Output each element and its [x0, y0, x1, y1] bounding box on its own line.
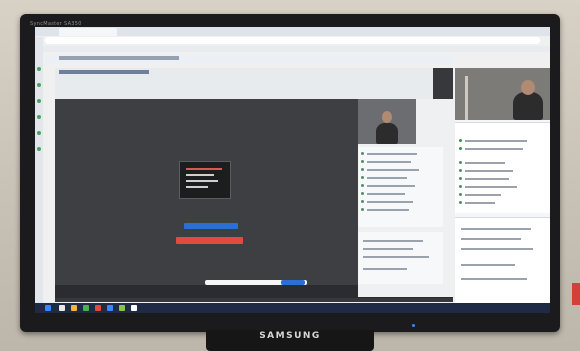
list-item[interactable] [367, 153, 417, 155]
chat-line [363, 248, 413, 250]
participant-status-icon [361, 208, 364, 211]
attendee-icon [459, 185, 462, 188]
folder-icon[interactable] [71, 305, 77, 311]
list-item[interactable] [367, 177, 407, 179]
list-item[interactable] [367, 201, 413, 203]
chat-line [461, 238, 521, 240]
attendee-section [455, 122, 550, 213]
chat-section [455, 217, 550, 308]
bookmarks-bar [35, 46, 550, 52]
list-item[interactable] [465, 170, 513, 172]
sidebar-dot[interactable] [37, 67, 41, 71]
participant-status-icon [361, 160, 364, 163]
page-title [59, 56, 179, 60]
participant-body [376, 123, 398, 144]
dialog-text-line [186, 186, 208, 188]
participants-list [358, 147, 443, 227]
sidebar-dot[interactable] [37, 115, 41, 119]
taskbar-app-icon[interactable] [119, 305, 125, 311]
attendee-icon [459, 177, 462, 180]
stop-share-button[interactable] [176, 237, 243, 244]
dialog-text-line [186, 174, 214, 176]
attendee-icon [459, 139, 462, 142]
sidebar-dot[interactable] [37, 131, 41, 135]
taskbar-app-icon[interactable] [131, 305, 137, 311]
share-dialog [179, 161, 231, 199]
dialog-text-line [186, 180, 218, 182]
monitor-screen [35, 27, 550, 313]
browser-tab[interactable] [59, 28, 117, 36]
power-led-icon [412, 324, 415, 327]
chat-line [363, 256, 429, 258]
list-item[interactable] [465, 194, 501, 196]
list-item[interactable] [465, 202, 495, 204]
list-item[interactable] [367, 193, 405, 195]
share-screen-button[interactable] [184, 223, 238, 229]
participant-status-icon [361, 168, 364, 171]
chat-line [363, 268, 407, 270]
sidebar-dot[interactable] [37, 147, 41, 151]
list-item[interactable] [465, 148, 523, 150]
list-item[interactable] [367, 169, 419, 171]
participant-status-icon [361, 176, 364, 179]
door-frame [465, 76, 468, 120]
taskbar-app-icon[interactable] [107, 305, 113, 311]
main-camera-view [455, 68, 550, 120]
monitor-brand: SAMSUNG [259, 331, 321, 341]
participant-status-icon [361, 192, 364, 195]
taskbar-app-icon[interactable] [59, 305, 65, 311]
dialog-header-line [186, 168, 222, 170]
chat-line [461, 264, 515, 266]
participant-head [382, 111, 392, 123]
browser-address-bar[interactable] [45, 37, 540, 44]
chat-line [461, 278, 527, 280]
participant-status-icon [361, 184, 364, 187]
chat-line [461, 228, 531, 230]
chat-line [461, 248, 533, 250]
list-item[interactable] [465, 140, 527, 142]
start-icon[interactable] [45, 305, 51, 311]
list-item[interactable] [465, 186, 517, 188]
taskbar-app-icon[interactable] [95, 305, 101, 311]
left-sidebar [35, 37, 43, 303]
speaker-head [521, 80, 535, 95]
red-object [572, 283, 580, 305]
shared-window-title [59, 70, 149, 74]
list-item[interactable] [367, 161, 411, 163]
chat-line [363, 240, 423, 242]
attendee-icon [459, 193, 462, 196]
participant-status-icon [361, 152, 364, 155]
attendee-icon [459, 161, 462, 164]
chat-panel [358, 232, 443, 284]
sidebar-dot[interactable] [37, 83, 41, 87]
list-item[interactable] [367, 209, 409, 211]
taskbar-app-icon[interactable] [83, 305, 89, 311]
participant-status-icon [361, 200, 364, 203]
attendee-icon [459, 201, 462, 204]
participant-video [358, 99, 416, 144]
list-item[interactable] [465, 162, 505, 164]
speaker-body [513, 92, 543, 120]
list-item[interactable] [465, 178, 509, 180]
attendee-icon [459, 147, 462, 150]
stop-sharing-button[interactable] [281, 280, 305, 285]
sidebar-dot[interactable] [37, 99, 41, 103]
list-item[interactable] [367, 185, 415, 187]
attendee-icon [459, 169, 462, 172]
